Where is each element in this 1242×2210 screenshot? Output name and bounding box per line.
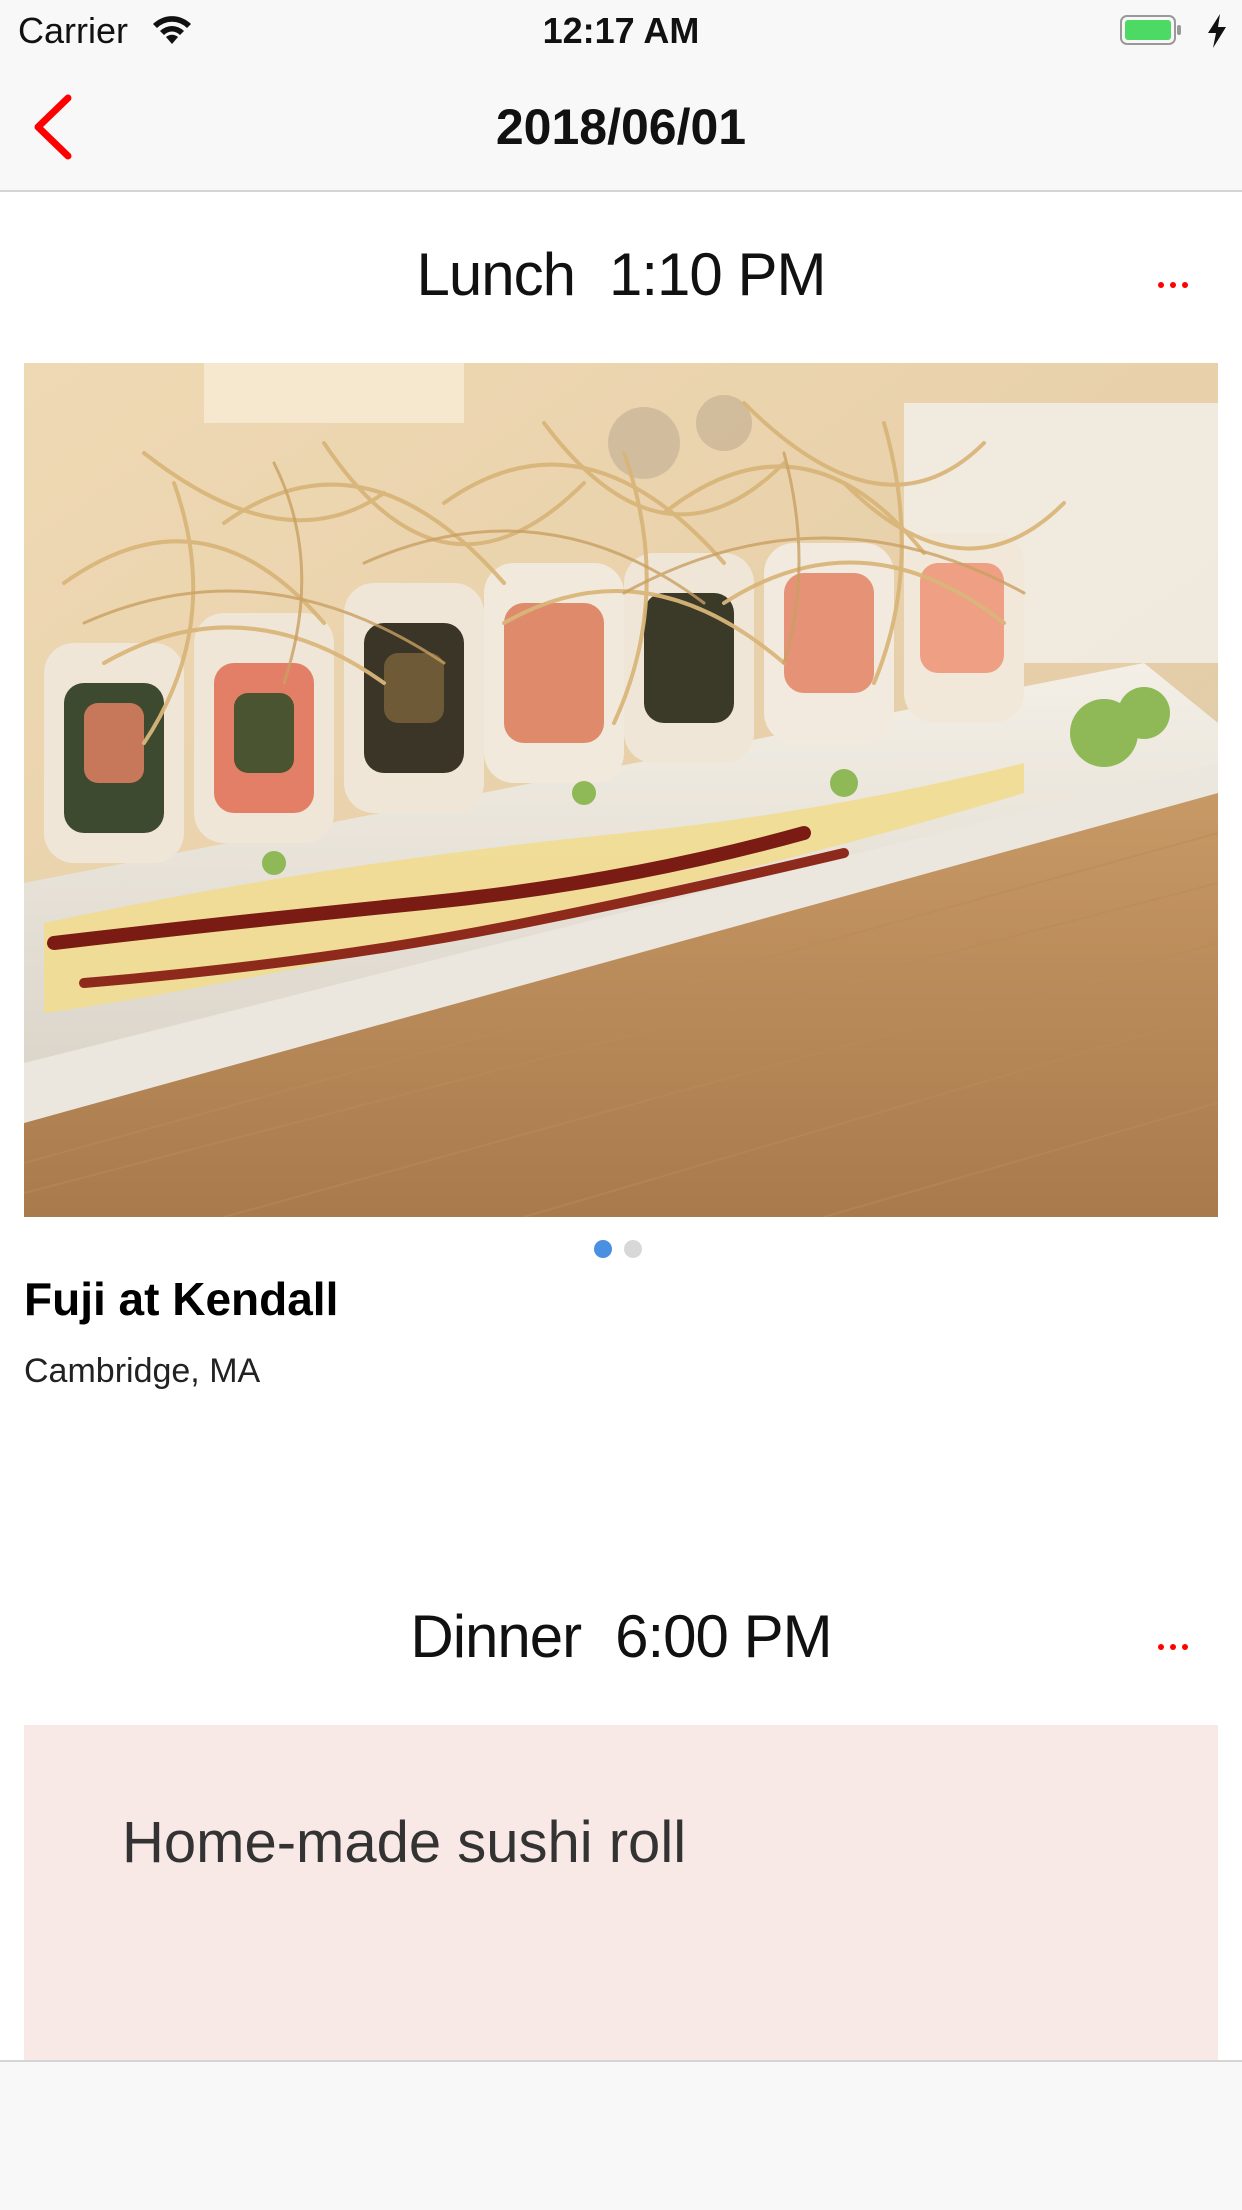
bottom-toolbar: [0, 2060, 1242, 2210]
page-title: 2018/06/01: [495, 99, 747, 155]
meal-header-lunch: Lunch 1:10 PM: [0, 240, 1242, 309]
place-name: Fuji at Kendall: [24, 1273, 339, 1325]
navigation-bar: 2018/06/01: [0, 62, 1242, 192]
battery-icon: [1120, 15, 1181, 45]
meal-header-dinner: Dinner 6:00 PM: [0, 1602, 1242, 1671]
meal-note-card[interactable]: Home-made sushi roll: [24, 1725, 1218, 2061]
status-bar: Carrier 12:17 AM: [0, 0, 1242, 62]
photo-page-control[interactable]: [594, 1240, 654, 1260]
more-options-button-lunch[interactable]: [1156, 266, 1216, 306]
page-dot[interactable]: [624, 1240, 642, 1258]
meal-time: 6:00 PM: [615, 1603, 832, 1670]
lightning-bolt-icon: [1208, 14, 1226, 48]
meal-note-text: Home-made sushi roll: [122, 1810, 687, 1875]
meal-label: Lunch: [416, 241, 576, 308]
page-dot-active[interactable]: [594, 1240, 612, 1258]
meal-time: 1:10 PM: [609, 241, 826, 308]
meal-photo[interactable]: [24, 363, 1218, 1217]
ellipsis-icon: [1158, 1644, 1164, 1650]
meal-label: Dinner: [410, 1603, 582, 1670]
more-options-button-dinner[interactable]: [1156, 1628, 1216, 1668]
ellipsis-icon: [1158, 282, 1164, 288]
place-location: Cambridge, MA: [24, 1352, 261, 1390]
status-time: 12:17 AM: [542, 10, 700, 51]
